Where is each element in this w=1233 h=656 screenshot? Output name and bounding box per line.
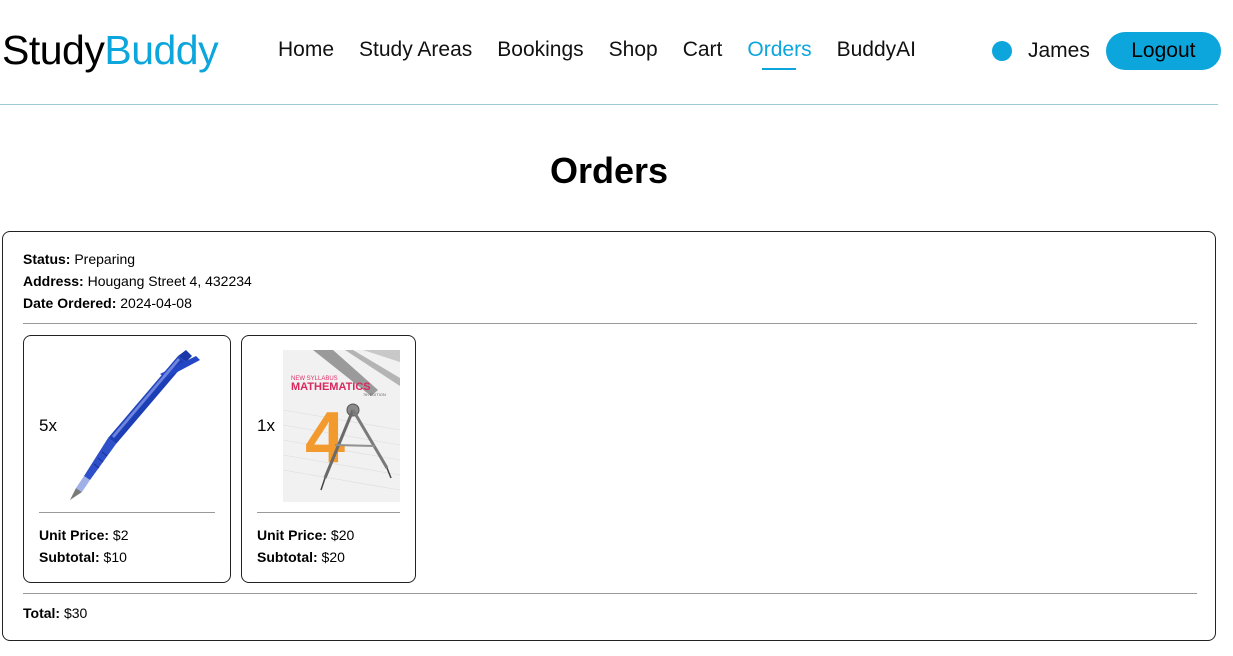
order-item-card: 5x Unit Price: $2 Subtotal: $10: [23, 335, 231, 583]
order-status-label: Status:: [23, 251, 71, 267]
blue-gel-pen-icon: [70, 350, 200, 500]
user-area: James Logout: [992, 32, 1221, 70]
order-address-label: Address:: [23, 273, 84, 289]
nav-home[interactable]: Home: [278, 36, 334, 64]
order-items: 5x Unit Price: $2 Subtotal: $10 1x NEW S…: [23, 335, 416, 583]
brand-logo-part1: Study: [2, 27, 105, 73]
navbar: StudyBuddy Home Study Areas Bookings Sho…: [0, 0, 1221, 105]
order-total-value: $30: [63, 605, 88, 621]
mathematics-textbook-icon: NEW SYLLABUS MATHEMATICS 7th EDITION 4: [283, 350, 400, 502]
order-address-row: Address: Hougang Street 4, 432234: [23, 270, 252, 292]
subtotal: $20: [321, 549, 345, 565]
order-divider-bottom: [23, 593, 1197, 594]
logout-button[interactable]: Logout: [1105, 32, 1221, 70]
item-quantity: 5x: [39, 416, 57, 435]
book-line2: MATHEMATICS: [291, 381, 371, 393]
order-card: Status: Preparing Address: Hougang Stree…: [2, 231, 1216, 641]
order-date: 2024-04-08: [120, 295, 192, 311]
order-address: Hougang Street 4, 432234: [87, 273, 252, 289]
item-unit-price-row: Unit Price: $20: [257, 524, 354, 546]
nav-cart[interactable]: Cart: [683, 36, 723, 64]
brand-logo-part2: Buddy: [104, 27, 219, 73]
avatar[interactable]: [992, 41, 1012, 61]
item-subtotal-row: Subtotal: $20: [257, 546, 354, 568]
subtotal-label: Subtotal:: [39, 549, 100, 565]
nav-orders[interactable]: Orders: [747, 36, 811, 64]
book-line3: 7th EDITION: [363, 392, 386, 397]
item-divider: [39, 512, 215, 513]
page-title: Orders: [549, 150, 669, 191]
subtotal: $10: [103, 549, 127, 565]
order-meta: Status: Preparing Address: Hougang Stree…: [23, 248, 252, 314]
order-total-label: Total:: [23, 605, 61, 621]
subtotal-label: Subtotal:: [257, 549, 318, 565]
order-status: Preparing: [74, 251, 136, 267]
nav-buddyai[interactable]: BuddyAI: [837, 36, 916, 64]
item-unit-price-row: Unit Price: $2: [39, 524, 128, 546]
unit-price-label: Unit Price:: [39, 527, 110, 543]
item-subtotal-row: Subtotal: $10: [39, 546, 128, 568]
book-number: 4: [305, 398, 345, 478]
item-divider: [257, 512, 400, 513]
unit-price: $2: [112, 527, 129, 543]
brand-logo[interactable]: StudyBuddy: [2, 24, 219, 76]
unit-price: $20: [330, 527, 355, 543]
nav-bookings[interactable]: Bookings: [497, 36, 583, 64]
unit-price-label: Unit Price:: [257, 527, 328, 543]
nav-shop[interactable]: Shop: [609, 36, 658, 64]
order-divider-top: [23, 323, 1197, 324]
order-item-card: 1x NEW SYLLABUS MATHEMATICS 7th EDITION …: [241, 335, 416, 583]
order-total: Total: $30: [23, 605, 87, 621]
order-date-row: Date Ordered: 2024-04-08: [23, 292, 252, 314]
item-prices: Unit Price: $2 Subtotal: $10: [39, 524, 128, 568]
nav-study-areas[interactable]: Study Areas: [359, 36, 472, 64]
nav-links: Home Study Areas Bookings Shop Cart Orde…: [278, 36, 941, 64]
item-quantity: 1x: [257, 416, 275, 435]
order-date-label: Date Ordered:: [23, 295, 117, 311]
username[interactable]: James: [1028, 39, 1090, 63]
order-status-row: Status: Preparing: [23, 248, 252, 270]
item-prices: Unit Price: $20 Subtotal: $20: [257, 524, 354, 568]
